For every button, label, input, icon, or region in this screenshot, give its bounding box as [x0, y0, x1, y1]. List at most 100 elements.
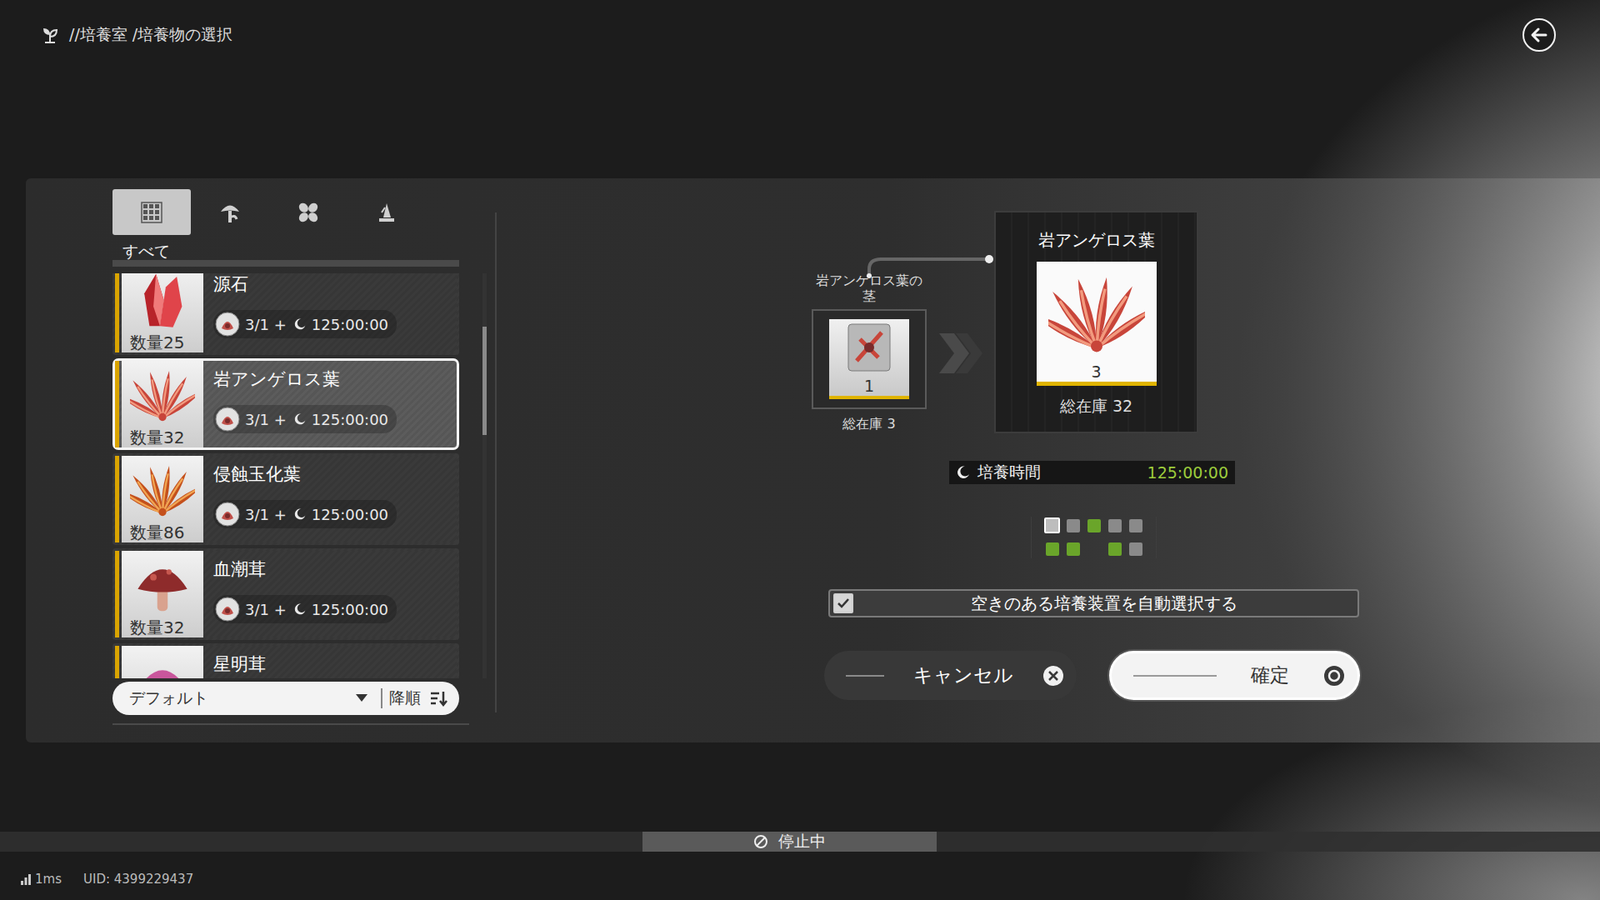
- filter-tab[interactable]: [269, 189, 348, 235]
- item-thumbnail: [121, 645, 204, 679]
- mushroom-icon: [130, 552, 195, 618]
- button-line: [845, 675, 885, 677]
- cancel-button[interactable]: キャンセル: [824, 650, 1077, 700]
- device-slot[interactable]: [1066, 519, 1080, 533]
- item-name: 源石: [213, 274, 397, 295]
- auto-select-label: 空きのある培養装置を自動選択する: [853, 592, 1355, 615]
- moon-icon: [293, 317, 307, 331]
- list-item[interactable]: 数量32岩アンゲロス葉3/1 +125:00:00: [112, 358, 460, 450]
- product-stock: 総在庫 32: [1060, 395, 1133, 418]
- rarity-strip: [115, 645, 120, 679]
- item-thumbnail: 数量32: [121, 360, 204, 448]
- back-button[interactable]: [1522, 18, 1556, 52]
- item-quantity: 数量32: [121, 427, 185, 448]
- grow-time: 125:00:00: [311, 600, 389, 619]
- action-buttons: キャンセル確定: [824, 650, 1361, 700]
- confirm-icon: [1322, 664, 1346, 688]
- filter-tab[interactable]: [112, 189, 191, 235]
- filter-plant-icon: [218, 200, 242, 225]
- item-info: 血潮茸3/1 +125:00:00: [203, 550, 397, 638]
- filter-tab[interactable]: [190, 189, 270, 235]
- rarity-strip: [115, 360, 120, 448]
- seed-stem-icon: [840, 319, 899, 376]
- filter-tab[interactable]: [347, 189, 426, 235]
- seed-icon: [215, 596, 240, 622]
- seed-ratio: 3/1 +: [245, 410, 287, 429]
- bloom-icon: [130, 647, 195, 679]
- moon-icon: [955, 465, 971, 480]
- confirm-button[interactable]: 確定: [1109, 650, 1360, 700]
- seed-ratio: 3/1 +: [245, 505, 287, 524]
- item-requirement: 3/1 + 125:00:00: [213, 500, 397, 529]
- sort-field: デフォルト: [129, 687, 209, 710]
- back-arrow-icon: [1530, 25, 1549, 45]
- footer: 1msUID: 4399229437: [0, 870, 1600, 889]
- ping: 1ms: [35, 871, 62, 887]
- auto-select-checkbox[interactable]: [833, 593, 854, 614]
- stopped-icon: [753, 834, 769, 850]
- rarity-strip: [115, 273, 120, 353]
- list-item[interactable]: 数量86 侵蝕玉化葉 3/1 + 125:00:00: [112, 453, 460, 545]
- item-name: 星明茸: [213, 654, 266, 675]
- device-slot[interactable]: [1045, 542, 1060, 556]
- scroll-thumb[interactable]: [482, 326, 487, 435]
- device-slot[interactable]: [1066, 542, 1080, 556]
- list-area: 数量25 源石 3/1 + 125:00:00 数量32 岩アンゲロス葉 3/1 + 125:…: [112, 273, 488, 679]
- item-info: 岩アンゲロス葉3/1 +125:00:00: [203, 360, 397, 448]
- seed-icon: [215, 311, 240, 337]
- product-count: 3: [1090, 361, 1101, 382]
- button-line: [1133, 675, 1217, 677]
- time-label: 培養時間: [977, 461, 1041, 484]
- item-name: 岩アンゲロス葉: [213, 369, 397, 390]
- device-slot[interactable]: [1087, 519, 1101, 533]
- grow-time: 125:00:00: [311, 315, 389, 334]
- sort-bar[interactable]: デフォルト 降順: [112, 681, 460, 715]
- list-item[interactable]: 数量32血潮茸3/1 +125:00:00: [112, 548, 460, 640]
- time-row: 培養時間125:00:00: [949, 460, 1235, 485]
- item-thumbnail: 数量32: [121, 550, 204, 638]
- device-slot[interactable]: [1108, 519, 1122, 533]
- item-quantity: 数量86: [121, 522, 185, 543]
- device-slot[interactable]: [1044, 517, 1060, 534]
- rarity-strip: [115, 550, 120, 638]
- sort-order: 降順: [389, 687, 421, 710]
- filter-all-icon: [140, 200, 164, 225]
- list-item[interactable]: 数量25 源石 3/1 + 125:00:00: [112, 273, 460, 355]
- product-leaf-icon: [1048, 265, 1145, 362]
- seed-ratio: 3/1 +: [245, 315, 287, 334]
- chevron-icon: [935, 330, 986, 377]
- filter-mineral-icon: [375, 200, 399, 225]
- leaf-icon: [130, 362, 195, 428]
- header-bar: //培養室 /培養物の選択: [0, 0, 1600, 52]
- item-info: 星明茸: [203, 645, 266, 679]
- jade-icon: [130, 457, 195, 523]
- auto-select-option[interactable]: 空きのある培養装置を自動選択する: [828, 589, 1360, 618]
- grow-time: 125:00:00: [311, 505, 389, 524]
- device-slot[interactable]: [1108, 542, 1122, 556]
- seed-node: 岩アンゲロス葉の茎1総在庫 3: [810, 273, 928, 434]
- scrollbar[interactable]: [482, 273, 487, 679]
- check-icon: [835, 595, 851, 611]
- seed-icon: [215, 501, 240, 527]
- category-header: すべて: [112, 241, 460, 267]
- seed-stock: 総在庫 3: [842, 415, 895, 434]
- category-label: すべて: [112, 241, 460, 260]
- device-slot: [1087, 542, 1101, 556]
- list-item[interactable]: 星明茸: [112, 643, 460, 679]
- sprout-icon: [40, 25, 60, 45]
- item-thumbnail: 数量25: [121, 273, 204, 353]
- status-text: 停止中: [778, 830, 826, 853]
- device-slot[interactable]: [1129, 519, 1143, 533]
- item-list-column: すべて数量25 源石 3/1 + 125:00:00 数量32 岩アンゲロス葉 3/1 + 1…: [112, 189, 488, 743]
- seed-box: 1: [811, 309, 927, 410]
- product-name: 岩アンゲロス葉: [1038, 229, 1155, 252]
- breadcrumb: //培養室 /培養物の選択: [69, 24, 233, 46]
- crystal-icon: [130, 273, 195, 333]
- item-name: 侵蝕玉化葉: [213, 464, 397, 485]
- arrow: [927, 328, 995, 379]
- sort-icon: [429, 690, 448, 707]
- device-slot[interactable]: [1129, 542, 1143, 556]
- device-slots: [1030, 516, 1157, 559]
- status-segment: 停止中: [642, 831, 937, 852]
- close-icon: [1041, 664, 1065, 688]
